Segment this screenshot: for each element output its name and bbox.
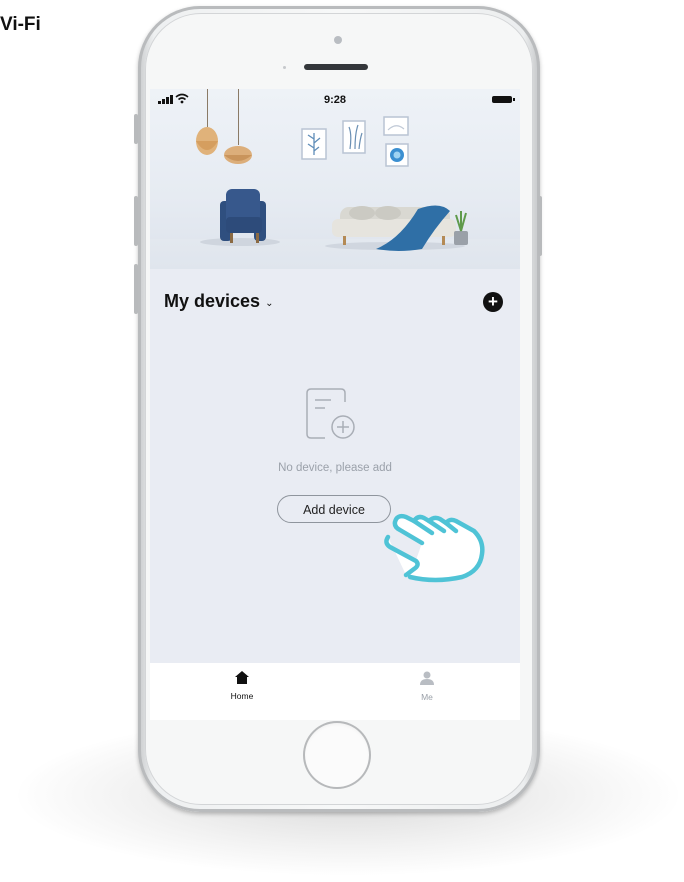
chevron-down-icon: ⌄ xyxy=(265,297,274,309)
page-title: My devices xyxy=(164,291,261,311)
mute-switch xyxy=(134,114,138,144)
empty-device-icon xyxy=(306,388,355,439)
tab-me[interactable]: Me xyxy=(397,671,457,702)
earpiece-speaker xyxy=(304,64,368,70)
add-device-plus-button[interactable]: + xyxy=(483,292,503,312)
corner-label: Vi-Fi xyxy=(0,14,41,35)
tab-home-label: Home xyxy=(230,691,254,701)
devices-header: My devices ⌄ + xyxy=(150,279,520,319)
bottom-tab-bar: Home Me xyxy=(150,663,520,720)
front-camera xyxy=(334,36,342,44)
room-illustration xyxy=(196,116,468,251)
status-time: 9:28 xyxy=(323,94,347,106)
header-illustration xyxy=(150,89,520,269)
status-bar: 9:28 xyxy=(150,89,520,111)
home-selector[interactable]: My devices ⌄ xyxy=(164,291,273,312)
empty-state-message: No device, please add xyxy=(278,462,392,474)
volume-up-button xyxy=(134,196,138,246)
pointer-hand-icon xyxy=(384,513,485,583)
app-screen: 9:28 My devices ⌄ + No device, please ad… xyxy=(150,89,520,720)
volume-down-button xyxy=(134,264,138,314)
battery-icon xyxy=(492,96,515,103)
proximity-sensor xyxy=(283,66,286,69)
add-device-button[interactable]: Add device xyxy=(277,495,391,523)
home-icon xyxy=(235,671,249,684)
home-button[interactable] xyxy=(303,721,371,789)
tab-me-label: Me xyxy=(421,692,433,702)
person-icon xyxy=(420,671,434,685)
power-button xyxy=(538,196,542,256)
tab-home[interactable]: Home xyxy=(212,671,272,701)
